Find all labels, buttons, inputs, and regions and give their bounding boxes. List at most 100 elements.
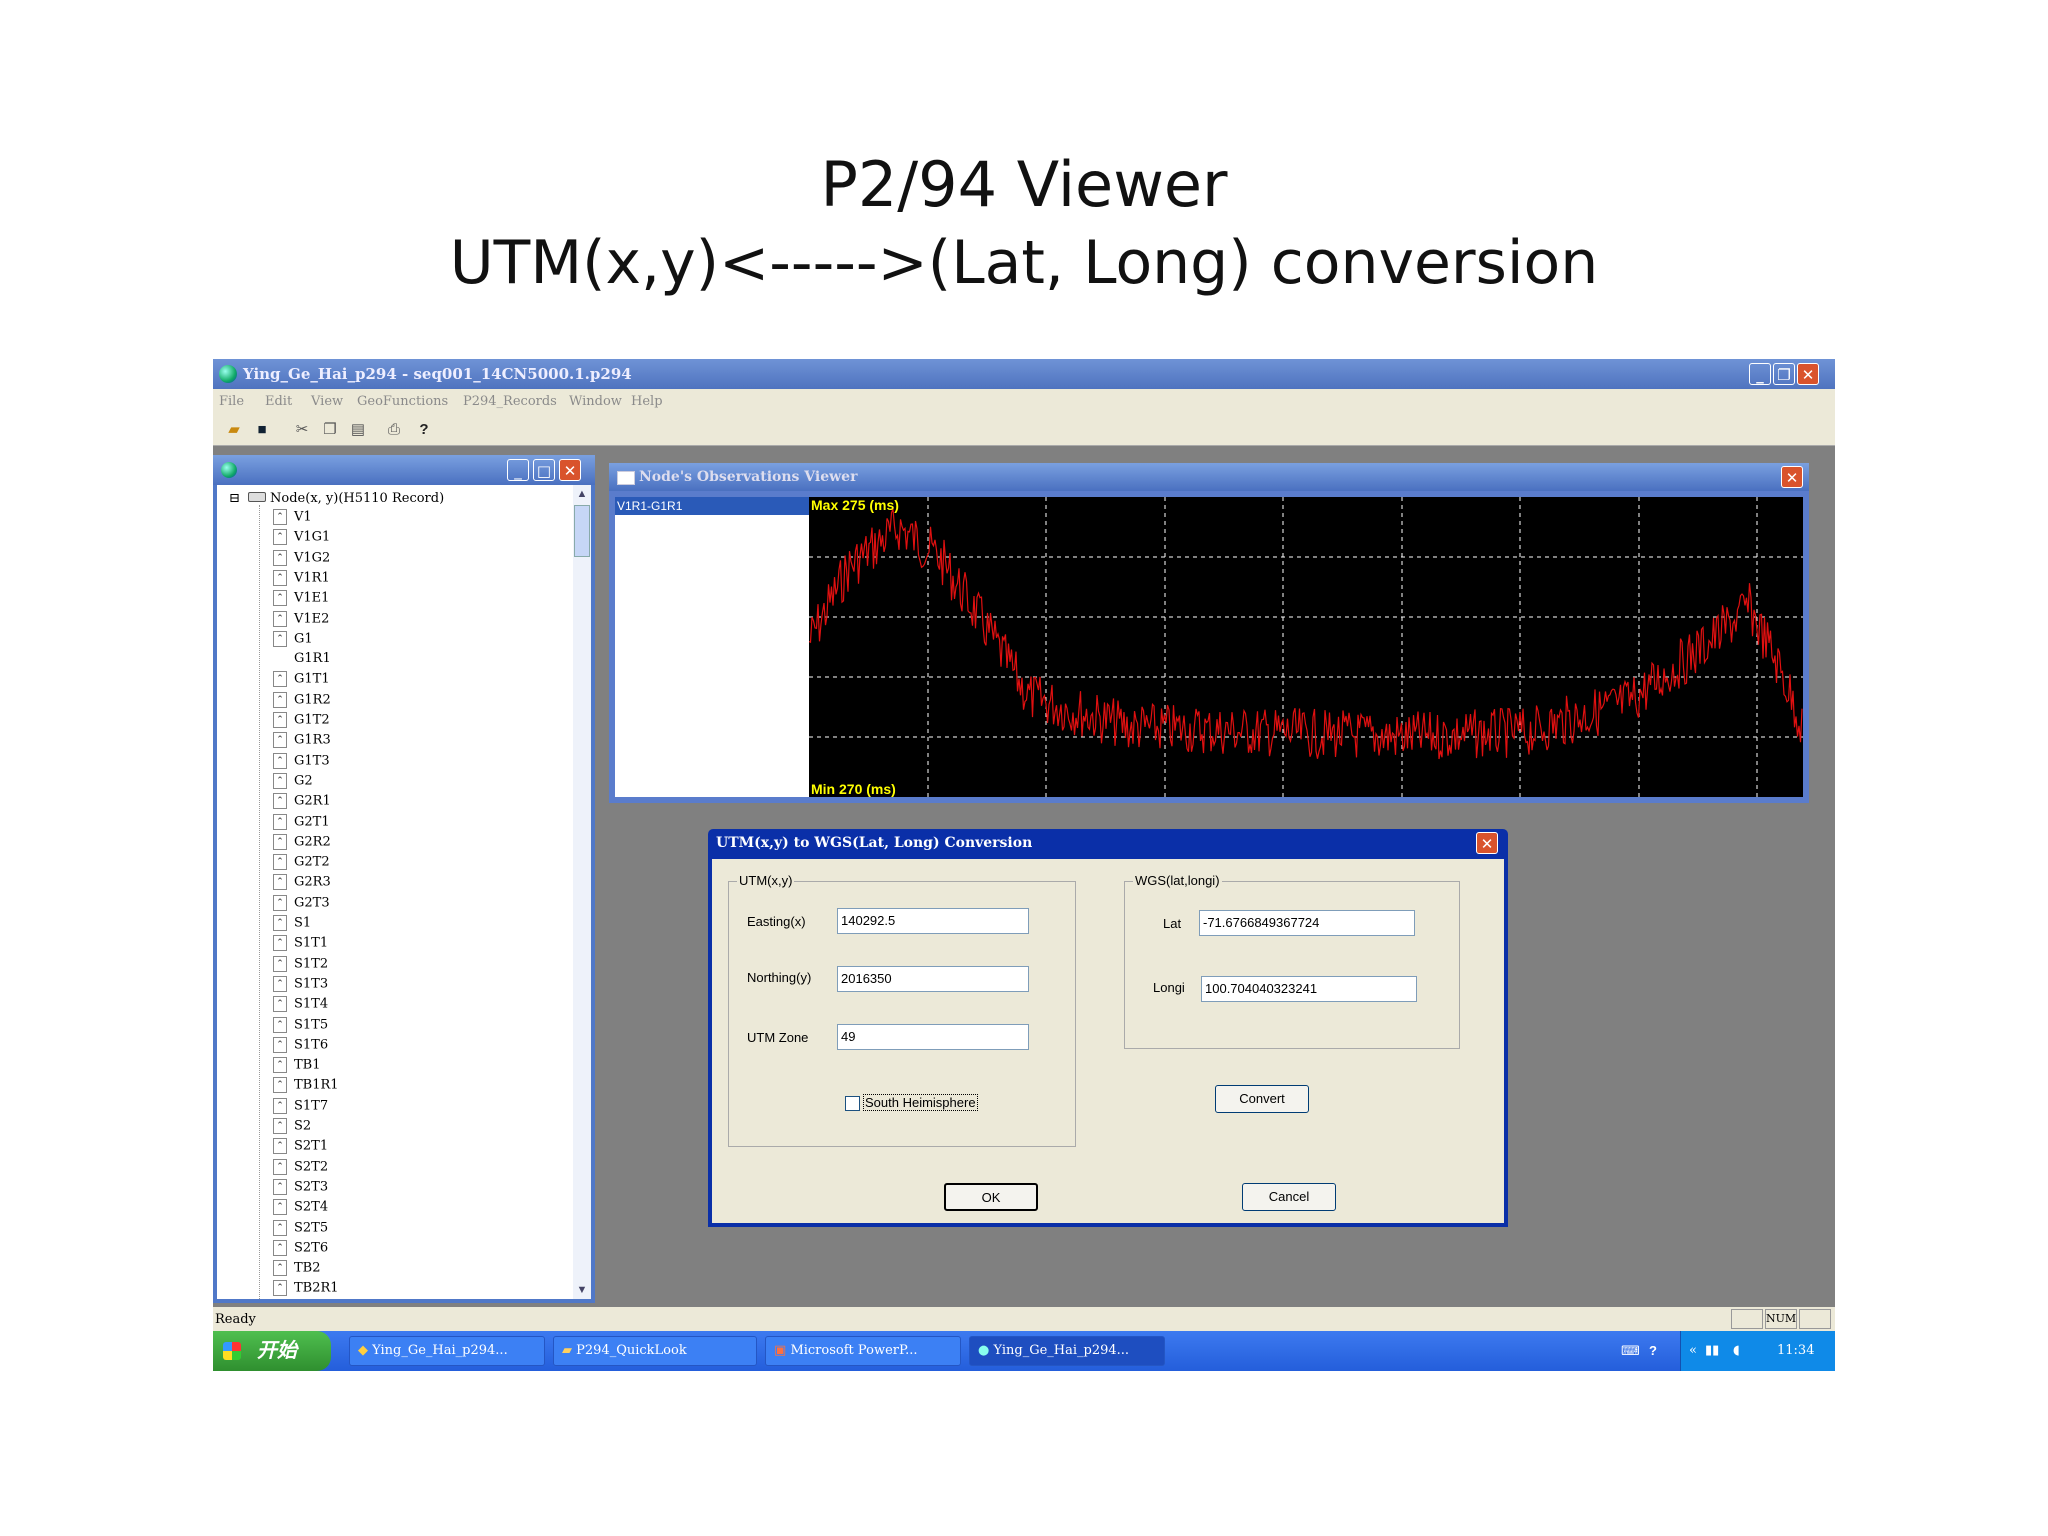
tree-item-g2r3[interactable]: ⌃ G2R3 — [273, 874, 331, 894]
tree-item-s2[interactable]: ⌃ S2 — [273, 1118, 311, 1138]
convert-button[interactable]: Convert — [1215, 1085, 1309, 1113]
restore-button[interactable]: ❐ — [1773, 363, 1795, 385]
tree-item-s2t1[interactable]: ⌃ S2T1 — [273, 1138, 328, 1158]
easting-input[interactable]: 140292.5 — [837, 908, 1029, 934]
open-icon[interactable]: ▰ — [225, 421, 243, 439]
close-button[interactable]: ✕ — [1797, 363, 1819, 385]
save-icon[interactable]: ■ — [253, 421, 271, 439]
tree-item-v1g1[interactable]: ⌃ V1G1 — [273, 529, 330, 549]
scroll-up-icon[interactable]: ▲ — [573, 485, 591, 503]
node-icon: ⌃ — [273, 1239, 287, 1256]
tree-item-g2r1[interactable]: ⌃ G2R1 — [273, 793, 331, 813]
network-icon[interactable]: ▮▮ — [1705, 1331, 1719, 1371]
lat-output[interactable]: -71.6766849367724 — [1199, 910, 1415, 936]
menu-view[interactable]: View — [311, 394, 343, 409]
tree-item-s2t3[interactable]: ⌃ S2T3 — [273, 1178, 328, 1199]
tree-item-s1t5[interactable]: ⌃ S1T5 — [273, 1016, 328, 1037]
tree-item-g1r1[interactable]: G1R1 — [273, 651, 331, 671]
tree-item-g1t1[interactable]: ⌃ G1T1 — [273, 671, 330, 691]
observation-item-selected[interactable]: V1R1-G1R1 — [615, 497, 809, 515]
tree-item-tb1r1[interactable]: ⌃ TB1R1 — [273, 1077, 339, 1097]
menu-edit[interactable]: Edit — [265, 394, 292, 409]
tree-item-s1[interactable]: ⌃ S1 — [273, 915, 311, 935]
paste-icon[interactable]: ▤ — [349, 421, 367, 439]
task-p294-quicklook[interactable]: ▰ P294_QuickLook — [553, 1336, 757, 1366]
ok-button[interactable]: OK — [944, 1183, 1038, 1211]
tree-item-tb2[interactable]: ⌃ TB2 — [273, 1260, 321, 1280]
menu-file[interactable]: File — [219, 394, 244, 409]
menu-help[interactable]: Help — [631, 394, 663, 409]
tree-item-tb1[interactable]: ⌃ TB1 — [273, 1057, 321, 1077]
tree-item-g1r3[interactable]: ⌃ G1R3 — [273, 732, 331, 752]
disk-icon — [248, 492, 267, 502]
cut-icon[interactable]: ✂ — [293, 421, 311, 439]
tree-item-s1t7[interactable]: ⌃ S1T7 — [273, 1097, 328, 1118]
tree-item-s2t4[interactable]: ⌃ S2T4 — [273, 1199, 328, 1219]
tree-item-g2t2[interactable]: ⌃ G2T2 — [273, 854, 330, 874]
northing-input[interactable]: 2016350 — [837, 966, 1029, 992]
tree-item-g2[interactable]: ⌃ G2 — [273, 772, 313, 793]
observation-list[interactable]: V1R1-G1R1 — [615, 497, 809, 797]
tree-scrollbar[interactable]: ▲ ▼ — [573, 485, 591, 1299]
dialog-titlebar[interactable]: UTM(x,y) to WGS(Lat, Long) Conversion ✕ — [708, 829, 1508, 857]
observation-trace — [808, 497, 1803, 797]
expand-tray-icon[interactable]: « — [1689, 1331, 1697, 1371]
south-hemisphere-checkbox[interactable] — [845, 1096, 860, 1111]
tree-item-s1t4[interactable]: ⌃ S1T4 — [273, 996, 328, 1016]
tree-close-button[interactable]: ✕ — [559, 459, 581, 481]
minimize-button[interactable]: _ — [1749, 363, 1771, 385]
tree-item-g1r2[interactable]: ⌃ G1R2 — [273, 691, 331, 712]
task-powerpoint[interactable]: ▣ Microsoft PowerP... — [765, 1336, 961, 1366]
tree-item-g2t3[interactable]: ⌃ G2T3 — [273, 894, 330, 915]
tree-titlebar[interactable]: _ □ ✕ — [213, 455, 595, 485]
help-tray-icon[interactable]: ? — [1649, 1343, 1657, 1358]
scroll-down-icon[interactable]: ▼ — [573, 1281, 591, 1299]
longi-output[interactable]: 100.704040323241 — [1201, 976, 1417, 1002]
copy-icon[interactable]: ❐ — [321, 421, 339, 439]
volume-icon[interactable]: ◖ — [1733, 1331, 1740, 1371]
help-icon[interactable]: ? — [415, 421, 433, 439]
tree-item-s2t2[interactable]: ⌃ S2T2 — [273, 1158, 329, 1179]
tree-item-s1t6[interactable]: ⌃ S1T6 — [273, 1036, 328, 1057]
globe-icon — [219, 365, 237, 383]
utm-zone-input[interactable]: 49 — [837, 1024, 1029, 1050]
tree-minimize-button[interactable]: _ — [507, 459, 529, 481]
south-hemisphere-label[interactable]: South Heimisphere — [863, 1094, 978, 1111]
tree-item-v1r1[interactable]: ⌃ V1R1 — [273, 569, 330, 590]
menu-window[interactable]: Window — [569, 394, 622, 409]
tree-item-label: S2T2 — [294, 1159, 329, 1175]
start-button[interactable]: 开始 — [213, 1331, 331, 1371]
tree-item-v1e2[interactable]: ⌃ V1E2 — [273, 610, 329, 631]
tree-item-g1[interactable]: ⌃ G1 — [273, 630, 313, 651]
keyboard-icon[interactable]: ⌨ — [1621, 1343, 1640, 1359]
tree-item-s2t5[interactable]: ⌃ S2T5 — [273, 1219, 328, 1240]
scroll-thumb[interactable] — [574, 505, 590, 557]
task-ying-ge-hai-1[interactable]: ◆ Ying_Ge_Hai_p294... — [349, 1336, 545, 1366]
observations-close-button[interactable]: ✕ — [1781, 466, 1803, 488]
tree-item-tb2r1[interactable]: ⌃ TB2R1 — [273, 1280, 339, 1299]
tree-item-s1t3[interactable]: ⌃ S1T3 — [273, 975, 328, 996]
print-icon[interactable]: ⎙ — [385, 421, 403, 439]
task-label: P294_QuickLook — [576, 1343, 687, 1358]
menu-p294-records[interactable]: P294_Records — [463, 394, 557, 409]
tree-root[interactable]: ⊟ Node(x, y)(H5110 Record) — [229, 491, 444, 506]
tree-item-s1t1[interactable]: ⌃ S1T1 — [273, 935, 328, 955]
tree-item-v1[interactable]: ⌃ V1 — [273, 509, 312, 529]
tree-item-g1t3[interactable]: ⌃ G1T3 — [273, 752, 330, 773]
tree-item-g2t1[interactable]: ⌃ G2T1 — [273, 813, 330, 834]
task-ying-ge-hai-2[interactable]: ● Ying_Ge_Hai_p294... — [969, 1336, 1165, 1366]
node-icon: ⌃ — [273, 1057, 287, 1074]
app-titlebar[interactable]: Ying_Ge_Hai_p294 - seq001_14CN5000.1.p29… — [213, 359, 1835, 389]
tree-item-v1e1[interactable]: ⌃ V1E1 — [273, 590, 329, 610]
tree-item-s2t6[interactable]: ⌃ S2T6 — [273, 1239, 328, 1260]
dialog-close-button[interactable]: ✕ — [1476, 832, 1498, 854]
observations-titlebar[interactable]: Node's Observations Viewer ✕ — [609, 463, 1809, 491]
tree-item-g1t2[interactable]: ⌃ G1T2 — [273, 712, 330, 732]
tree-maximize-button[interactable]: □ — [533, 459, 555, 481]
tree-item-label: G2T2 — [294, 854, 330, 870]
tree-item-g2r2[interactable]: ⌃ G2R2 — [273, 833, 331, 854]
tree-item-v1g2[interactable]: ⌃ V1G2 — [273, 549, 330, 570]
menu-geofunctions[interactable]: GeoFunctions — [357, 394, 448, 409]
cancel-button[interactable]: Cancel — [1242, 1183, 1336, 1211]
tree-item-s1t2[interactable]: ⌃ S1T2 — [273, 955, 328, 976]
